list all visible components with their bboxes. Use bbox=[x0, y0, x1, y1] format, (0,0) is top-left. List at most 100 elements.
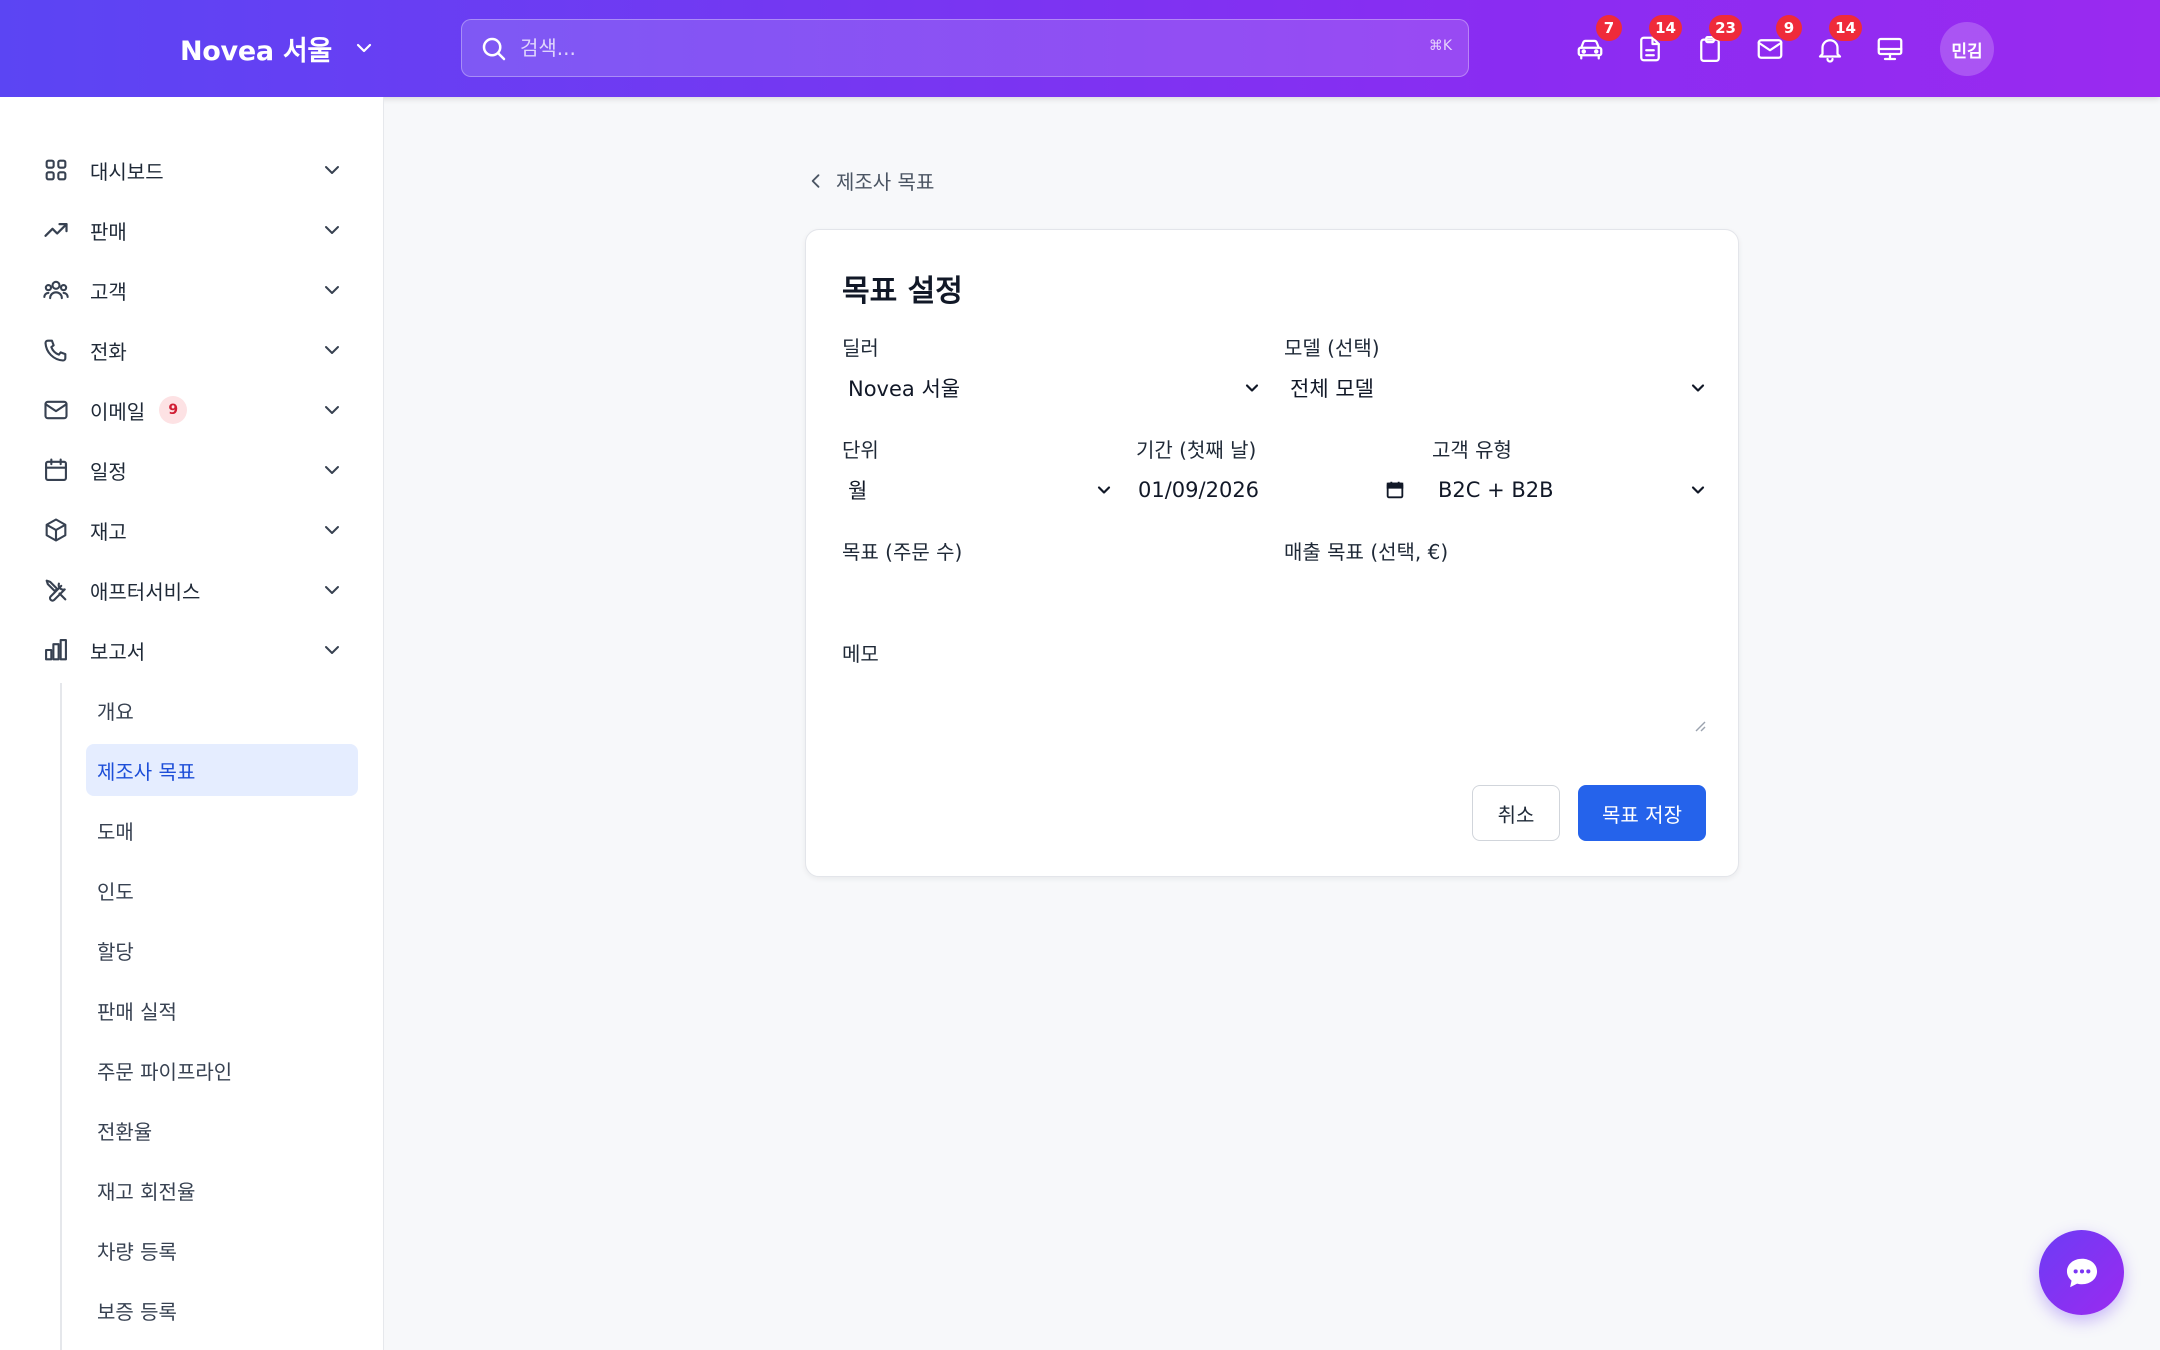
chat-button[interactable] bbox=[2039, 1230, 2124, 1315]
sidebar-subitem-sales-performance[interactable]: 판매 실적 bbox=[86, 984, 358, 1036]
monitor-icon bbox=[1877, 37, 1903, 61]
sidebar: 대시보드 판매 고객 전화 이메일 9 일정 재고 애프터서비스 보고서 개요 … bbox=[0, 97, 384, 1350]
header-display-button[interactable] bbox=[1870, 29, 1910, 69]
sidebar-subitem-delivery[interactable]: 인도 bbox=[86, 864, 358, 916]
search-input[interactable] bbox=[520, 20, 1380, 76]
chevron-down-icon bbox=[325, 226, 339, 234]
chevron-down-icon bbox=[325, 646, 339, 654]
sidebar-subitem-order-pipeline[interactable]: 주문 파이프라인 bbox=[86, 1044, 358, 1096]
sidebar-subitem-inventory-turnover[interactable]: 재고 회전율 bbox=[86, 1164, 358, 1216]
sidebar-subitem-vehicle-registration[interactable]: 차량 등록 bbox=[86, 1224, 358, 1276]
unit-select-value: 월 bbox=[848, 479, 868, 503]
sidebar-item-label: 일정 bbox=[90, 459, 127, 484]
unit-label: 단위 bbox=[842, 438, 879, 462]
period-label: 기간 (첫째 날) bbox=[1136, 438, 1257, 462]
page-title: 목표 설정 bbox=[842, 274, 963, 309]
sidebar-subitem-warranty-registration[interactable]: 보증 등록 bbox=[86, 1284, 358, 1336]
chevron-down-icon bbox=[325, 286, 339, 294]
chevron-down-icon bbox=[325, 166, 339, 174]
search-bar[interactable]: ⌘K bbox=[461, 19, 1469, 77]
chat-bubble-icon bbox=[2066, 1258, 2097, 1287]
chevron-down-icon bbox=[1097, 486, 1111, 494]
chevron-down-icon bbox=[325, 406, 339, 414]
sidebar-item-label: 재고 bbox=[90, 519, 127, 544]
unit-select[interactable]: 월 bbox=[842, 468, 1114, 512]
sidebar-item-calls[interactable]: 전화 bbox=[40, 326, 350, 374]
memo-label: 메모 bbox=[842, 642, 879, 666]
header-mail-button[interactable]: 9 bbox=[1750, 15, 1802, 69]
calendar-icon bbox=[1386, 481, 1404, 499]
notification-badge: 9 bbox=[1776, 15, 1802, 41]
sidebar-item-customers[interactable]: 고객 bbox=[40, 266, 350, 314]
submenu-guide-line bbox=[60, 683, 62, 1350]
target-form-card: 목표 설정 딜러 Novea 서울 모델 (선택) 전체 모델 단위 월 기간 … bbox=[805, 229, 1739, 877]
revenue-target-label: 매출 목표 (선택, €) bbox=[1284, 540, 1449, 564]
sidebar-item-dashboard[interactable]: 대시보드 bbox=[40, 146, 350, 194]
target-orders-input[interactable] bbox=[842, 570, 1262, 616]
back-link[interactable]: 제조사 목표 bbox=[806, 166, 934, 195]
sidebar-item-label: 대시보드 bbox=[90, 159, 164, 184]
sidebar-item-label: 판매 bbox=[90, 219, 127, 244]
chevron-down-icon bbox=[325, 466, 339, 474]
sidebar-item-label: 고객 bbox=[90, 279, 127, 304]
notification-badge: 14 bbox=[1829, 15, 1862, 41]
sidebar-item-label: 보고서 bbox=[90, 639, 146, 664]
revenue-target-input[interactable] bbox=[1284, 570, 1708, 616]
header-tasks-button[interactable]: 23 bbox=[1690, 15, 1742, 69]
phone-icon bbox=[40, 334, 72, 366]
brand-name: Novea 서울 bbox=[180, 35, 332, 67]
chevron-left-icon bbox=[811, 173, 820, 188]
sidebar-subitem-conversion-rate[interactable]: 전환율 bbox=[86, 1104, 358, 1156]
top-bar: Novea 서울 ⌘K 7 14 23 9 14 민김 bbox=[0, 0, 2160, 97]
notification-badge: 23 bbox=[1709, 15, 1742, 41]
sidebar-item-inventory[interactable]: 재고 bbox=[40, 506, 350, 554]
customer-type-select[interactable]: B2C + B2B bbox=[1432, 468, 1708, 512]
sidebar-subitem-allocation[interactable]: 할당 bbox=[86, 924, 358, 976]
chevron-down-icon bbox=[1691, 486, 1705, 494]
model-select-value: 전체 모델 bbox=[1290, 377, 1374, 401]
chevron-down-icon bbox=[1245, 384, 1259, 392]
sidebar-item-label: 애프터서비스 bbox=[90, 579, 201, 604]
resize-handle-icon[interactable] bbox=[1692, 718, 1706, 732]
target-orders-label: 목표 (주문 수) bbox=[842, 540, 963, 564]
dealer-switcher[interactable]: Novea 서울 bbox=[180, 26, 376, 70]
period-date-input[interactable]: 01/09/2026 bbox=[1136, 468, 1406, 512]
cancel-button[interactable]: 취소 bbox=[1472, 785, 1560, 841]
chevron-down-icon bbox=[1691, 384, 1705, 392]
period-date-value: 01/09/2026 bbox=[1138, 478, 1260, 502]
mail-icon bbox=[40, 394, 72, 426]
sidebar-subitem-manufacturer-targets[interactable]: 제조사 목표 bbox=[86, 744, 358, 796]
trending-up-icon bbox=[40, 214, 72, 246]
sidebar-item-after-service[interactable]: 애프터서비스 bbox=[40, 566, 350, 614]
sidebar-item-reports[interactable]: 보고서 bbox=[40, 626, 350, 674]
save-target-button[interactable]: 목표 저장 bbox=[1578, 785, 1706, 841]
sidebar-subitem-overview[interactable]: 개요 bbox=[86, 684, 358, 736]
tools-icon bbox=[40, 574, 72, 606]
memo-textarea[interactable] bbox=[842, 670, 1708, 734]
notification-badge: 14 bbox=[1649, 15, 1682, 41]
model-select[interactable]: 전체 모델 bbox=[1284, 366, 1708, 410]
header-car-button[interactable]: 7 bbox=[1570, 15, 1622, 69]
header-notifications-button[interactable]: 14 bbox=[1810, 15, 1862, 69]
sidebar-item-sales[interactable]: 판매 bbox=[40, 206, 350, 254]
chevron-down-icon bbox=[356, 43, 372, 53]
chevron-down-icon bbox=[325, 586, 339, 594]
dealer-label: 딜러 bbox=[842, 336, 879, 360]
chevron-down-icon bbox=[325, 346, 339, 354]
notification-badge: 7 bbox=[1596, 15, 1622, 41]
chevron-down-icon bbox=[325, 526, 339, 534]
sidebar-item-schedule[interactable]: 일정 bbox=[40, 446, 350, 494]
sidebar-item-label: 이메일 bbox=[90, 399, 146, 424]
sidebar-subitem-wholesale[interactable]: 도매 bbox=[86, 804, 358, 856]
customer-type-label: 고객 유형 bbox=[1432, 438, 1512, 462]
search-shortcut: ⌘K bbox=[1428, 38, 1452, 54]
back-link-label: 제조사 목표 bbox=[836, 170, 935, 194]
calendar-icon bbox=[40, 454, 72, 486]
sidebar-item-label: 전화 bbox=[90, 339, 127, 364]
sidebar-item-email[interactable]: 이메일 9 bbox=[40, 386, 350, 434]
header-documents-button[interactable]: 14 bbox=[1630, 15, 1682, 69]
user-avatar[interactable]: 민김 bbox=[1940, 22, 1994, 76]
dealer-select-value: Novea 서울 bbox=[848, 377, 961, 401]
bar-chart-icon bbox=[40, 634, 72, 666]
dealer-select[interactable]: Novea 서울 bbox=[842, 366, 1262, 410]
